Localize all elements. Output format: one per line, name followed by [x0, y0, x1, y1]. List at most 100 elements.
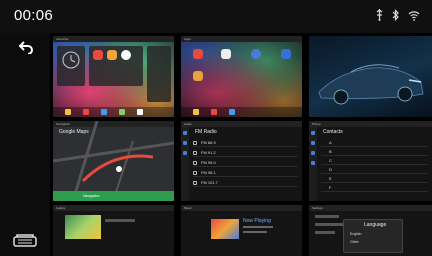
usb-icon [376, 9, 383, 21]
contact-label: B [329, 149, 332, 154]
settings-row[interactable] [315, 231, 335, 234]
back-button[interactable] [18, 40, 34, 55]
recent-tile-apps[interactable]: Apps [181, 36, 302, 117]
play-icon[interactable] [121, 50, 131, 60]
tile-titlebar: Gallery [53, 205, 174, 211]
station-icon [193, 141, 197, 145]
status-icons [376, 9, 420, 21]
recent-apps-grid: Launcher Apps Navigation Google Maps Nav… [52, 35, 432, 256]
tile-titlebar: Phone [309, 121, 432, 127]
toolbar-icon[interactable] [183, 131, 187, 135]
app-icon[interactable] [251, 49, 261, 59]
album-art [211, 219, 239, 239]
contact-row[interactable]: D [321, 166, 428, 174]
bluetooth-icon [392, 9, 399, 21]
app-icon[interactable] [193, 71, 203, 81]
settings-row[interactable] [315, 223, 343, 226]
side-toolbar [181, 127, 189, 201]
car-illustration-icon [318, 64, 424, 105]
station-icon [193, 161, 197, 165]
dock-app-icon[interactable] [83, 109, 89, 115]
home-button[interactable] [13, 233, 37, 247]
station-icon [193, 181, 197, 185]
recent-tile-contacts[interactable]: Phone Contacts A B C D E F [309, 121, 432, 201]
contact-label: D [329, 167, 332, 172]
toolbar-icon[interactable] [311, 151, 315, 155]
contact-label: A [329, 140, 332, 145]
contact-row[interactable]: B [321, 148, 428, 156]
navigation-banner[interactable]: Navigation [53, 191, 174, 201]
list-title: FM Radio [195, 129, 217, 135]
track-title: Now Playing [243, 218, 271, 224]
language-dialog: Language English Other [343, 219, 403, 253]
radio-icon [107, 50, 117, 60]
app-dock [53, 107, 174, 117]
toolbar-icon[interactable] [183, 151, 187, 155]
analog-clock-icon [62, 51, 80, 69]
list-item[interactable]: FM 95.0 [193, 159, 298, 167]
tile-titlebar: Launcher [53, 36, 174, 42]
thumbnail-image[interactable] [65, 215, 101, 239]
station-icon [193, 151, 197, 155]
recent-tile-navigation[interactable]: Navigation Google Maps Navigation [53, 121, 174, 201]
tile-titlebar: Music [181, 205, 302, 211]
recent-tile-music[interactable]: Music Now Playing [181, 205, 302, 256]
app-icon[interactable] [221, 49, 231, 59]
dock-app-icon[interactable] [119, 109, 125, 115]
list-item[interactable]: FM 91.2 [193, 149, 298, 157]
list-item[interactable]: FM 88.9 [193, 139, 298, 147]
toolbar-icon[interactable] [183, 141, 187, 145]
music-background [181, 205, 302, 256]
dock-app-icon[interactable] [137, 109, 143, 115]
dialog-option[interactable]: English [350, 232, 361, 236]
contact-label: C [329, 158, 332, 163]
dock-app-icon[interactable] [229, 109, 235, 115]
contact-row[interactable]: F [321, 184, 428, 192]
recent-tile-car[interactable] [309, 36, 432, 117]
thumbnail-caption [105, 219, 135, 222]
navigation-banner-text: Navigation [83, 194, 100, 198]
recent-tile-gallery[interactable]: Gallery [53, 205, 174, 256]
contact-label: F [329, 185, 332, 190]
recent-tile-launcher[interactable]: Launcher [53, 36, 174, 117]
tile-titlebar: Settings [309, 205, 432, 211]
recent-tile-settings[interactable]: Settings Language English Other [309, 205, 432, 256]
list-item-label: FM 101.7 [201, 180, 218, 185]
tile-titlebar: Apps [181, 36, 302, 42]
list-item-label: FM 98.1 [201, 170, 216, 175]
app-dock [181, 107, 302, 117]
station-icon [193, 171, 197, 175]
side-toolbar [309, 127, 317, 201]
side-navigation [0, 33, 50, 256]
dock-app-icon[interactable] [65, 109, 71, 115]
track-meta [243, 226, 273, 228]
wifi-icon [408, 10, 420, 21]
list-item[interactable]: FM 101.7 [193, 179, 298, 187]
contact-row[interactable]: C [321, 157, 428, 165]
dialog-title: Language [364, 222, 387, 228]
clock: 00:06 [14, 7, 54, 24]
dock-app-icon[interactable] [193, 109, 199, 115]
list-item-label: FM 95.0 [201, 160, 216, 165]
recent-tile-radio[interactable]: Audio FM Radio FM 88.9 FM 91.2 FM 95.0 F… [181, 121, 302, 201]
status-bar: 00:06 [0, 0, 432, 33]
list-item[interactable]: FM 98.1 [193, 169, 298, 177]
toolbar-icon[interactable] [311, 141, 315, 145]
app-icon[interactable] [281, 49, 291, 59]
settings-row[interactable] [315, 215, 339, 218]
dock-app-icon[interactable] [211, 109, 217, 115]
back-icon [18, 41, 33, 55]
contact-row[interactable]: E [321, 175, 428, 183]
contact-row[interactable]: A [321, 139, 428, 147]
music-icon [93, 50, 103, 60]
toolbar-icon[interactable] [311, 131, 315, 135]
clock-widget [57, 46, 85, 86]
dock-app-icon[interactable] [101, 109, 107, 115]
app-icon[interactable] [193, 49, 203, 59]
list-item-label: FM 91.2 [201, 150, 216, 155]
dialog-option[interactable]: Other [350, 240, 359, 244]
toolbar-icon[interactable] [311, 161, 315, 165]
contacts-title: Contacts [323, 129, 343, 135]
media-widget[interactable] [89, 46, 143, 86]
tile-titlebar: Audio [181, 121, 302, 127]
